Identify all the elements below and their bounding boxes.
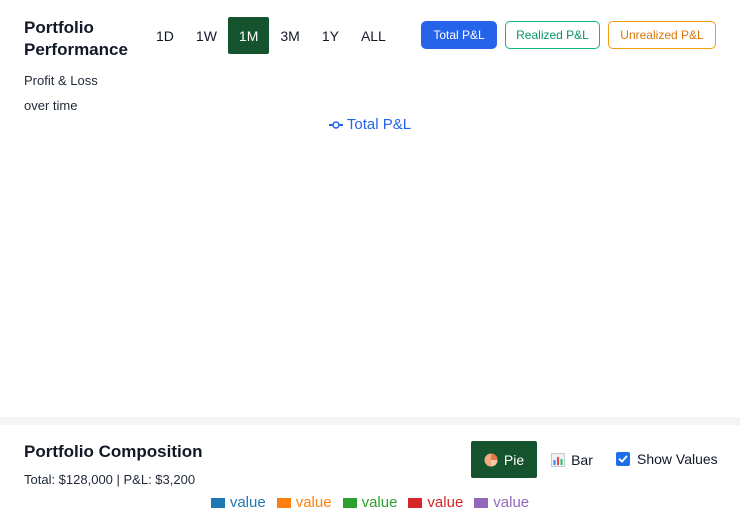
composition-title: Portfolio Composition (24, 442, 203, 461)
chart-legend[interactable]: Total P&L (0, 116, 740, 133)
performance-subtitle: Profit & Loss over time (24, 73, 98, 113)
timeframe-3m-button[interactable]: 3M (269, 17, 310, 54)
checkmark-icon (618, 455, 628, 463)
pie-view-label: Pie (503, 451, 525, 468)
bar-view-button[interactable]: Bar (537, 441, 607, 478)
show-values-label: Show Values (637, 451, 718, 467)
legend-swatch (474, 497, 489, 508)
chart-view-toggle: Pie Bar (471, 441, 607, 478)
legend-item[interactable]: value (408, 494, 463, 511)
unrealized-pnl-button[interactable]: Unrealized P&L (608, 21, 716, 49)
total-pnl-button[interactable]: Total P&L (421, 21, 497, 49)
legend-swatch (342, 497, 357, 508)
bar-view-label: Bar (571, 451, 593, 468)
portfolio-composition-card: Portfolio Composition Total: $128,000 | … (0, 425, 740, 531)
line-marker-icon (328, 120, 343, 129)
composition-summary: Total: $128,000 | P&L: $3,200 (24, 472, 196, 487)
composition-legend: value value value value value (0, 494, 740, 511)
performance-plot-area (24, 150, 716, 400)
legend-swatch (210, 497, 225, 508)
legend-item[interactable]: value (276, 494, 332, 511)
show-values-toggle[interactable]: Show Values (616, 451, 718, 467)
legend-item[interactable]: value (342, 494, 398, 511)
legend-swatch (408, 497, 423, 508)
legend-item[interactable]: value (474, 494, 529, 511)
chart-legend-label: Total P&L (346, 116, 412, 133)
show-values-checkbox[interactable] (616, 452, 630, 466)
legend-label: value (229, 494, 266, 511)
pie-view-button[interactable]: Pie (471, 441, 537, 478)
timeframe-1w-button[interactable]: 1W (185, 17, 228, 54)
legend-label: value (295, 494, 332, 511)
legend-item[interactable]: value (210, 494, 266, 511)
timeframe-1d-button[interactable]: 1D (145, 17, 185, 54)
bar-chart-icon (551, 452, 566, 467)
legend-label: value (361, 494, 398, 511)
legend-swatch (276, 497, 291, 508)
timeframe-selector: 1D 1W 1M 3M 1Y ALL (145, 17, 397, 54)
legend-label: value (427, 494, 464, 511)
timeframe-1m-button[interactable]: 1M (227, 17, 270, 54)
realized-pnl-button[interactable]: Realized P&L (505, 21, 600, 49)
timeframe-1y-button[interactable]: 1Y (311, 17, 350, 54)
portfolio-performance-card: Portfolio Performance Profit & Loss over… (0, 0, 740, 417)
pie-chart-icon (484, 453, 498, 466)
performance-title: Portfolio Performance (24, 18, 128, 59)
timeframe-all-button[interactable]: ALL (350, 17, 397, 54)
legend-label: value (493, 494, 530, 511)
